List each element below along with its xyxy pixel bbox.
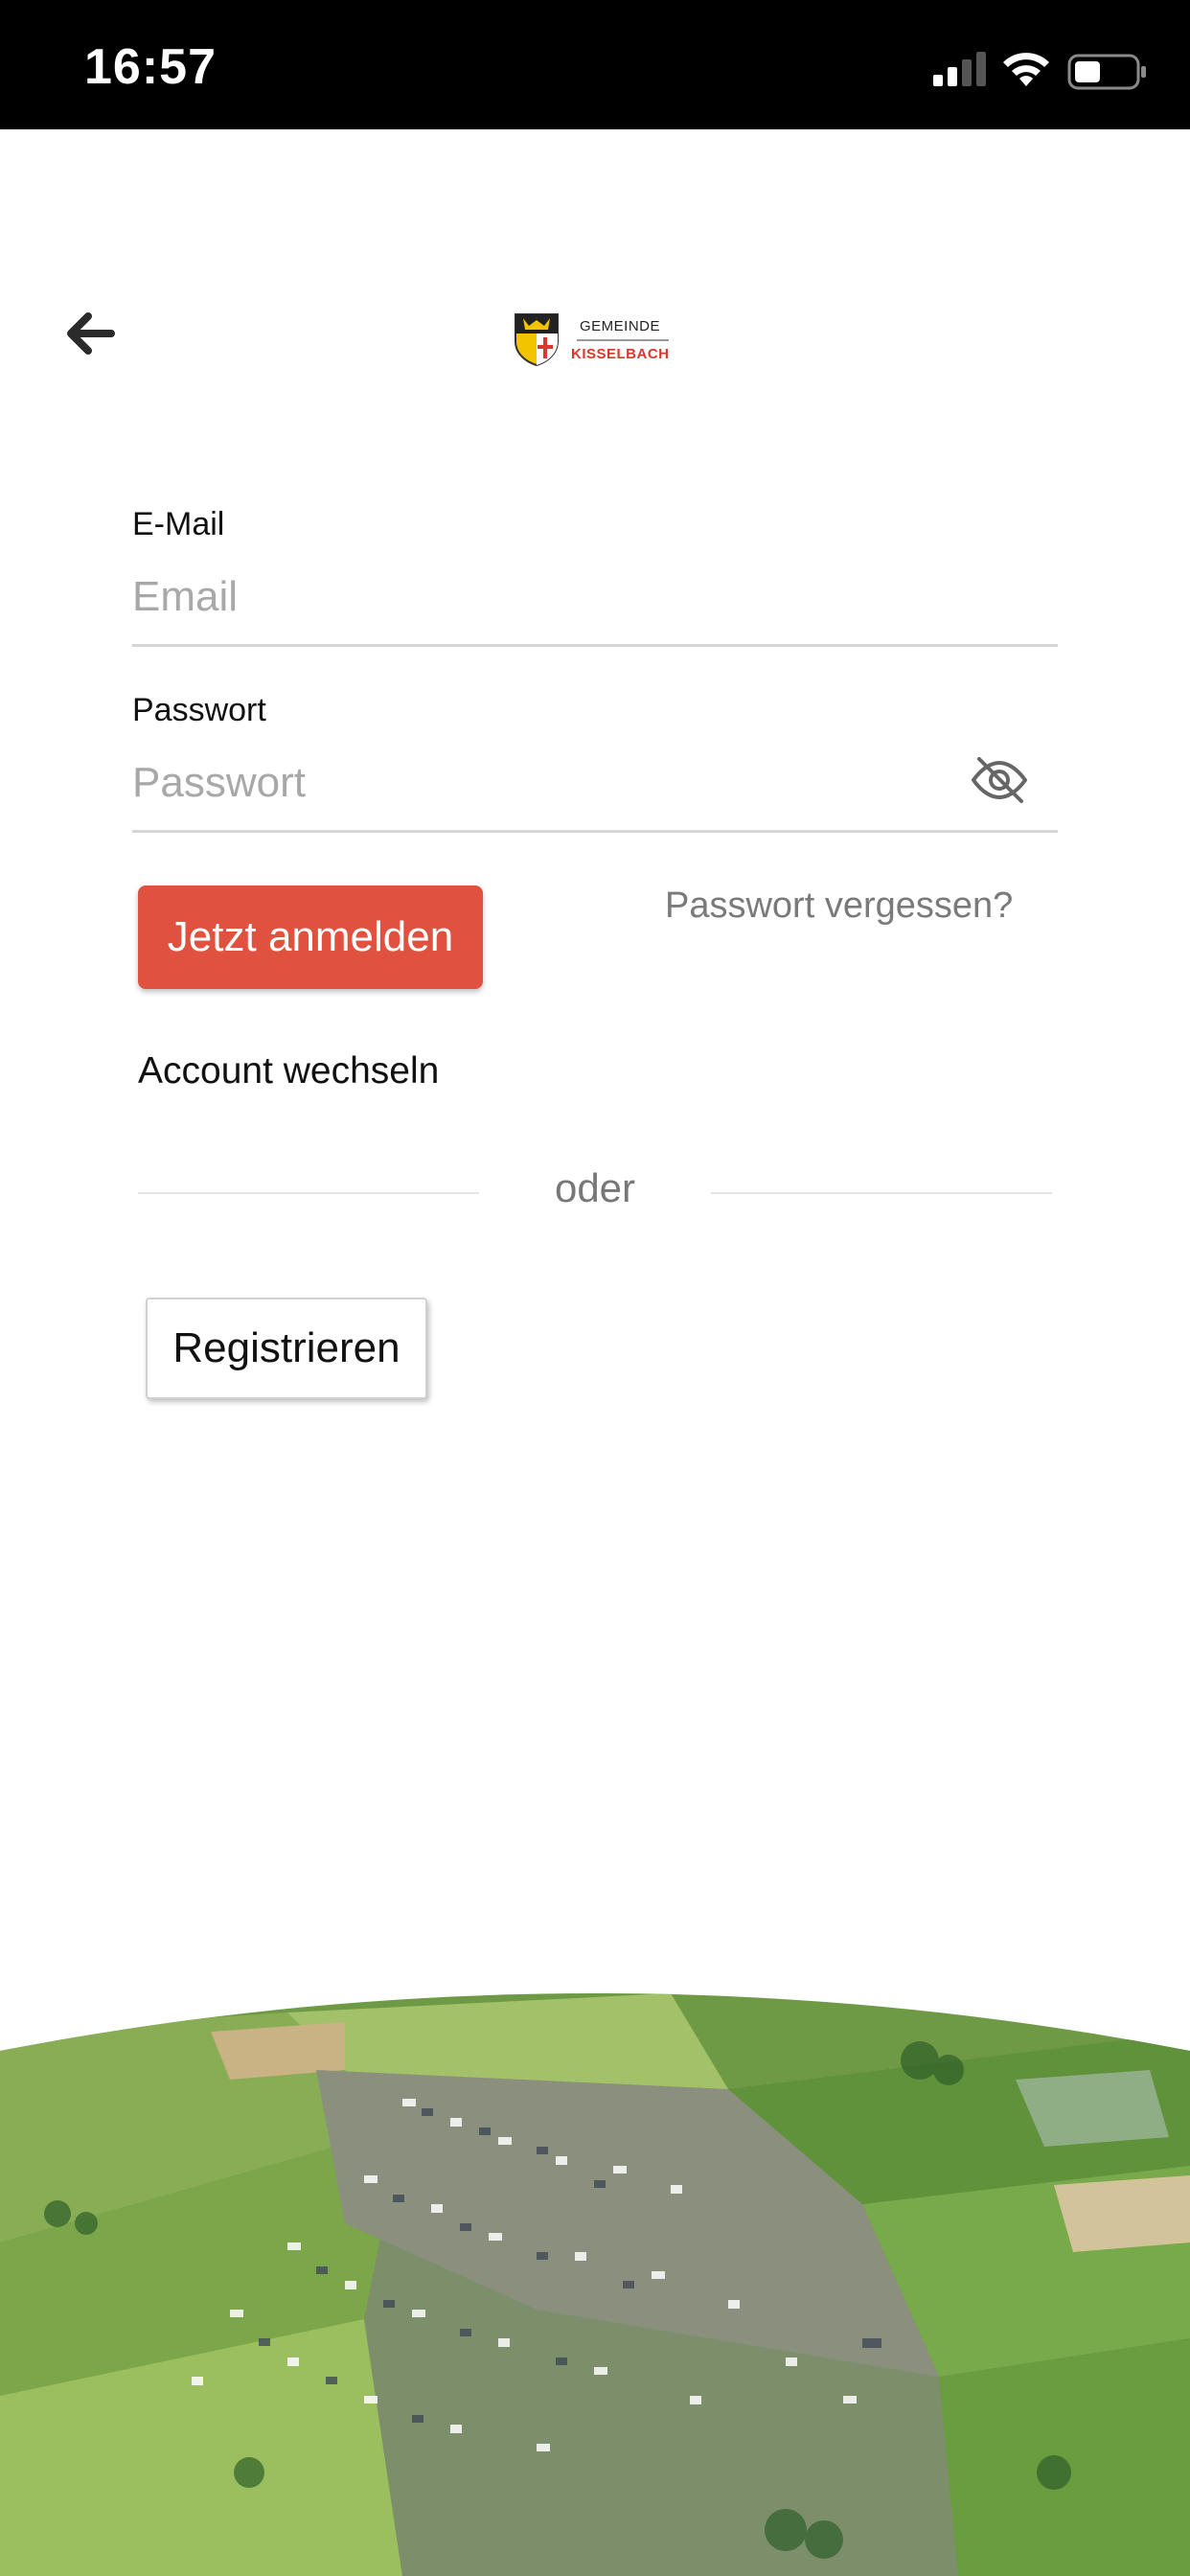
logo-divider [577,339,669,341]
gemeinde-logo: GEMEINDE KISSELBACH [514,312,676,370]
status-bar: 16:57 [0,0,1190,129]
password-underline [132,830,1058,833]
aerial-village-image [0,1993,1190,2576]
logo-text-top: GEMEINDE [579,318,660,334]
signal-icon [933,52,986,86]
wifi-icon [1003,53,1049,86]
email-field[interactable] [132,565,1058,629]
divider-label: oder [554,1165,636,1210]
password-label: Passwort [132,692,266,728]
logo-text-bottom: KISSELBACH [571,346,670,362]
back-button[interactable] [56,305,123,362]
status-time: 16:57 [84,39,217,95]
password-field[interactable] [132,751,956,815]
battery-icon [1067,54,1146,90]
register-button[interactable]: Registrieren [146,1298,427,1399]
switch-account-link[interactable]: Account wechseln [138,1050,439,1092]
email-label: E-Mail [132,506,225,542]
eye-off-icon[interactable] [968,753,1031,807]
email-underline [132,644,1058,647]
forgot-password-link[interactable]: Passwort vergessen? [665,886,1013,927]
login-button[interactable]: Jetzt anmelden [138,886,483,989]
divider-line-right [711,1192,1052,1194]
crest-icon [515,313,559,366]
divider-line-left [138,1192,479,1194]
arrow-left-icon [67,312,115,355]
